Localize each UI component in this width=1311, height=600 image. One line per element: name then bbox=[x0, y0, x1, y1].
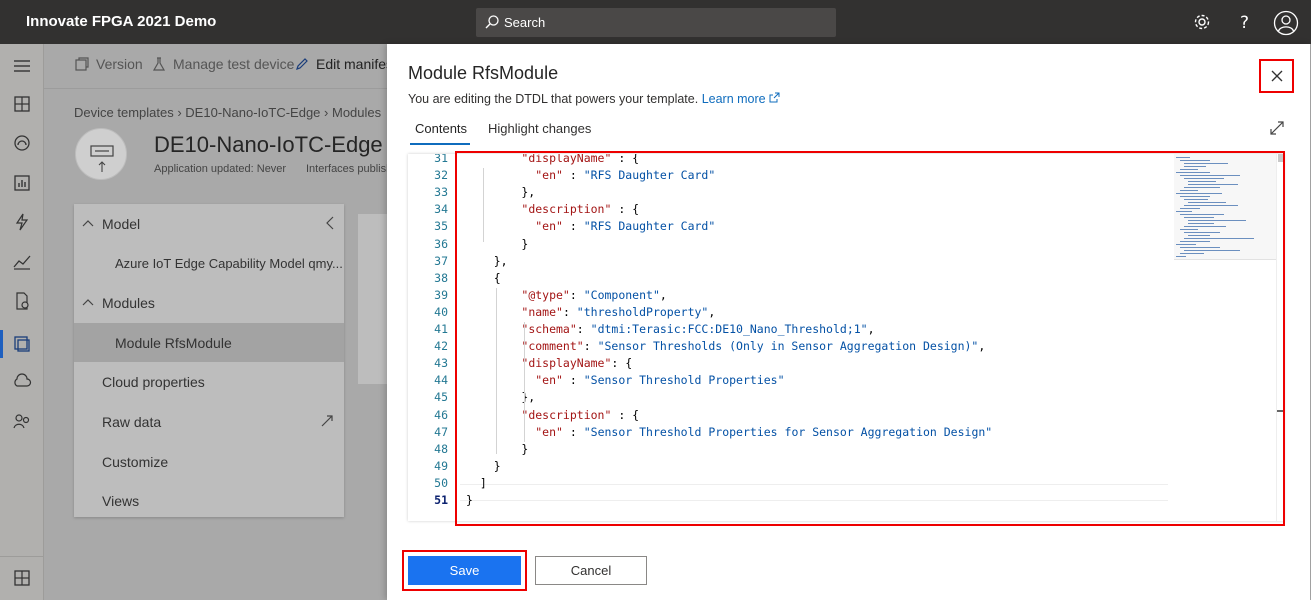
help-icon[interactable]: ? bbox=[1234, 11, 1256, 33]
data-export-icon[interactable] bbox=[12, 372, 32, 392]
active-indicator bbox=[0, 330, 3, 358]
device-templates-icon[interactable] bbox=[12, 334, 32, 354]
line-number: 47 bbox=[434, 424, 448, 439]
search-input[interactable]: Search bbox=[504, 15, 545, 30]
external-link-icon[interactable] bbox=[769, 92, 780, 103]
line-number: 46 bbox=[434, 407, 448, 422]
jobs-icon[interactable] bbox=[12, 291, 32, 311]
annotation-editor-box bbox=[455, 151, 1285, 526]
line-number: 34 bbox=[434, 202, 448, 217]
tab-contents[interactable]: Contents bbox=[415, 121, 467, 136]
background-page: Version Manage test device Edit manifest… bbox=[44, 44, 397, 600]
line-number: 48 bbox=[434, 441, 448, 456]
line-number: 39 bbox=[434, 287, 448, 302]
rail-divider bbox=[0, 556, 44, 557]
nav-customize[interactable]: Customize bbox=[74, 442, 344, 481]
line-number: 41 bbox=[434, 322, 448, 336]
chevron-up-icon bbox=[82, 220, 94, 227]
nav-modules[interactable]: Modules bbox=[74, 283, 344, 322]
manage-test-device-label: Manage test device bbox=[173, 56, 295, 72]
permissions-icon[interactable] bbox=[12, 411, 32, 431]
line-number: 51 bbox=[434, 493, 448, 507]
device-avatar bbox=[75, 128, 127, 180]
rules-icon[interactable] bbox=[12, 212, 32, 232]
version-icon bbox=[75, 57, 89, 71]
manage-test-device-button[interactable]: Manage test device bbox=[151, 56, 294, 72]
dtdl-editor-panel: Module RfsModule You are editing the DTD… bbox=[387, 44, 1310, 600]
expand-icon[interactable] bbox=[1269, 120, 1285, 136]
hamburger-icon[interactable] bbox=[12, 56, 32, 76]
chevron-up-icon bbox=[82, 299, 94, 306]
line-number: 35 bbox=[434, 219, 448, 234]
interfaces-published-text: Interfaces publisht bbox=[306, 163, 396, 175]
line-number: 38 bbox=[434, 270, 448, 285]
top-bar: Innovate FPGA 2021 Demo Search ? bbox=[0, 0, 1311, 44]
nav-views[interactable]: Views bbox=[74, 481, 344, 520]
version-button[interactable]: Version bbox=[74, 56, 143, 72]
nav-module-rfs[interactable]: Module RfsModule bbox=[74, 323, 344, 362]
save-button[interactable]: Save bbox=[408, 556, 521, 585]
nav-model[interactable]: Model bbox=[74, 204, 344, 243]
line-number: 31 bbox=[434, 154, 448, 165]
line-number: 37 bbox=[434, 253, 448, 268]
panel-subtitle: You are editing the DTDL that powers you… bbox=[408, 92, 780, 106]
gear-icon[interactable] bbox=[1191, 11, 1213, 33]
tab-highlight-changes[interactable]: Highlight changes bbox=[488, 121, 591, 136]
edit-manifest-button[interactable]: Edit manifest bbox=[294, 56, 397, 72]
line-number: 33 bbox=[434, 185, 448, 200]
left-rail bbox=[0, 44, 44, 600]
app-settings-icon[interactable] bbox=[12, 568, 32, 588]
collapse-panel-icon[interactable] bbox=[324, 216, 336, 230]
chevron-right-icon: › bbox=[324, 105, 332, 120]
nav-capability-model[interactable]: Azure IoT Edge Capability Model qmy... bbox=[74, 244, 344, 283]
nav-raw-data[interactable]: Raw data bbox=[74, 402, 344, 441]
analytics-icon[interactable] bbox=[12, 173, 32, 193]
chart-icon[interactable] bbox=[12, 252, 32, 272]
tab-active-underline bbox=[410, 143, 470, 145]
line-number: 44 bbox=[434, 373, 448, 388]
line-number: 49 bbox=[434, 458, 448, 473]
line-number: 40 bbox=[434, 304, 448, 319]
device-title: DE10-Nano-IoTC-Edge bbox=[154, 132, 383, 157]
line-number: 42 bbox=[434, 339, 448, 354]
line-number: 50 bbox=[434, 475, 448, 490]
version-label: Version bbox=[96, 56, 143, 72]
breadcrumb-device-templates[interactable]: Device templates bbox=[74, 105, 174, 120]
svg-text:?: ? bbox=[1240, 13, 1249, 33]
open-external-icon[interactable] bbox=[320, 414, 334, 428]
nav-cloud-properties[interactable]: Cloud properties bbox=[74, 362, 344, 401]
close-button[interactable] bbox=[1259, 59, 1294, 93]
line-number-gutter: 31 32 33 34 35 36 37 38 39 40 41 42 43 44 45 46 47 48 49 50… bbox=[408, 154, 458, 521]
line-number: 45 bbox=[434, 390, 448, 405]
line-number: 32 bbox=[434, 168, 448, 183]
cancel-button[interactable]: Cancel bbox=[535, 556, 647, 585]
breadcrumb-template[interactable]: DE10-Nano-IoTC-Edge bbox=[185, 105, 320, 120]
template-nav-panel: Model Azure IoT Edge Capability Model qm… bbox=[74, 204, 344, 517]
app-title[interactable]: Innovate FPGA 2021 Demo bbox=[26, 13, 216, 30]
breadcrumb-modules[interactable]: Modules bbox=[332, 105, 381, 120]
panel-title: Module RfsModule bbox=[408, 63, 559, 83]
pencil-icon bbox=[296, 58, 308, 70]
flask-icon bbox=[152, 57, 166, 71]
application-updated-text: Application updated: Never bbox=[154, 163, 287, 175]
close-icon bbox=[1271, 70, 1283, 82]
learn-more-link[interactable]: Learn more bbox=[702, 92, 766, 106]
account-icon[interactable] bbox=[1273, 10, 1299, 36]
line-number: 43 bbox=[434, 356, 448, 371]
search-icon bbox=[485, 15, 499, 29]
search-box[interactable]: Search bbox=[476, 8, 836, 37]
toolbar-divider bbox=[44, 88, 387, 89]
devices-icon[interactable] bbox=[12, 133, 32, 153]
module-details-card bbox=[358, 214, 387, 384]
device-icon bbox=[90, 145, 114, 172]
edit-manifest-label: Edit manifest bbox=[316, 56, 397, 72]
dashboard-icon[interactable] bbox=[12, 94, 32, 114]
line-number: 36 bbox=[434, 236, 448, 251]
breadcrumb: Device templates › DE10-Nano-IoTC-Edge ›… bbox=[74, 105, 381, 120]
